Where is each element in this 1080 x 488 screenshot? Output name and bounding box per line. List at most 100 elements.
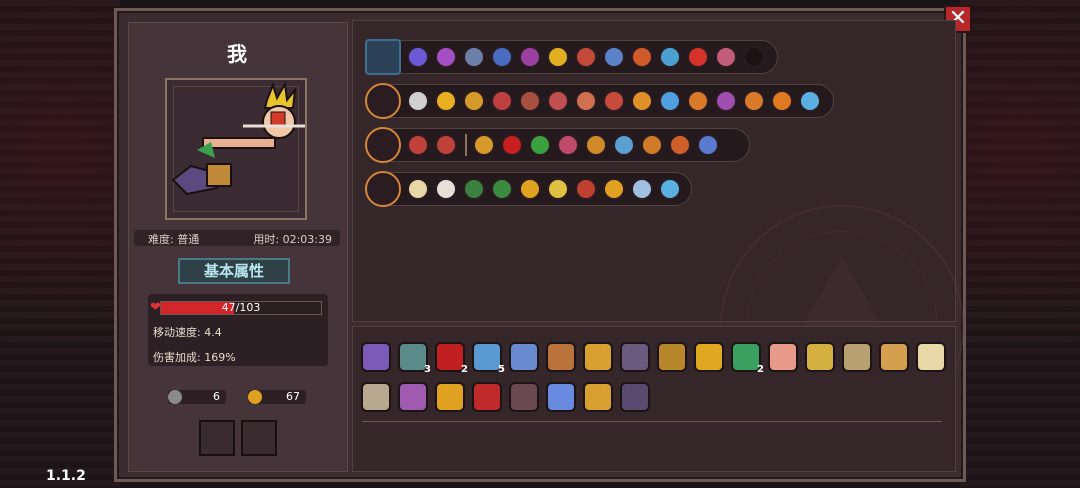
upgrade-icon[interactable] <box>463 46 485 68</box>
character-name: 我 <box>227 42 247 66</box>
coin-counter: 67 <box>248 390 306 404</box>
crystal-item-icon[interactable] <box>509 342 539 372</box>
witch-item-icon[interactable] <box>361 342 391 372</box>
gem-item-icon[interactable] <box>546 382 576 412</box>
hp-bar: 47/103 <box>160 301 322 315</box>
upgrade-icon[interactable] <box>659 178 681 200</box>
upgrade-icon[interactable] <box>435 178 457 200</box>
upgrade-icon[interactable] <box>603 90 625 112</box>
treasure-chest-icon[interactable] <box>365 39 401 75</box>
upgrade-icon[interactable] <box>547 90 569 112</box>
upgrade-icon[interactable] <box>603 46 625 68</box>
upgrade-icon[interactable] <box>743 90 765 112</box>
key-counter: 6 <box>168 390 226 404</box>
upgrade-icon[interactable] <box>547 178 569 200</box>
spear-icon[interactable] <box>365 83 401 119</box>
upgrade-icon[interactable] <box>641 134 663 156</box>
items-divider <box>362 421 942 422</box>
upgrade-icon[interactable] <box>669 134 691 156</box>
upgrade-icon[interactable] <box>529 134 551 156</box>
upgrade-icon[interactable] <box>603 178 625 200</box>
flame-item-icon[interactable] <box>694 342 724 372</box>
background-right <box>960 0 1080 488</box>
card-item-icon[interactable] <box>583 342 613 372</box>
upgrade-icon[interactable] <box>473 134 495 156</box>
feather-item-icon[interactable] <box>916 342 946 372</box>
weapon-row-2 <box>365 83 834 119</box>
upgrade-icon[interactable] <box>715 90 737 112</box>
blade-icon[interactable] <box>365 171 401 207</box>
upgrade-icon[interactable] <box>697 134 719 156</box>
weapon-row-3 <box>365 127 750 163</box>
upgrade-icon[interactable] <box>687 90 709 112</box>
upgrade-icon[interactable] <box>407 46 429 68</box>
version-label: 1.1.2 <box>46 468 86 484</box>
chest-item-icon[interactable] <box>657 342 687 372</box>
mask-item-icon[interactable] <box>768 342 798 372</box>
pet-item-icon[interactable] <box>509 382 539 412</box>
upgrade-icon[interactable] <box>463 90 485 112</box>
upgrade-icon[interactable] <box>407 134 429 156</box>
key-count: 6 <box>213 390 220 403</box>
upgrade-icon[interactable] <box>575 90 597 112</box>
hood-item-icon[interactable] <box>620 382 650 412</box>
upgrade-icon[interactable] <box>799 90 821 112</box>
upgrade-icon[interactable] <box>407 178 429 200</box>
wings-item-icon[interactable] <box>805 342 835 372</box>
upgrade-icon[interactable] <box>687 46 709 68</box>
gauntlet-item-icon[interactable] <box>435 382 465 412</box>
item-count: 2 <box>757 364 764 375</box>
move-speed-text: 移动速度: 4.4 <box>153 326 222 339</box>
upgrade-icon[interactable] <box>435 134 457 156</box>
boot-item-icon[interactable] <box>546 342 576 372</box>
character-portrait <box>165 78 307 220</box>
urn-item-icon[interactable] <box>879 342 909 372</box>
upgrade-icon[interactable] <box>491 90 513 112</box>
item-count: 2 <box>461 364 468 375</box>
upgrade-icon[interactable] <box>631 46 653 68</box>
upgrade-icon[interactable] <box>659 46 681 68</box>
bird-item-icon[interactable] <box>583 382 613 412</box>
equipment-slot-1[interactable] <box>199 420 235 456</box>
run-info-bar: 难度: 普通 用时: 02:03:39 <box>134 230 340 246</box>
difficulty-text: 难度: 普通 <box>148 233 200 246</box>
basic-attributes-button[interactable]: 基本属性 <box>178 258 290 284</box>
hp-text: 47/103 <box>221 301 261 314</box>
hero-sprite-icon <box>171 80 305 196</box>
item-count: 3 <box>424 364 431 375</box>
upgrade-icon[interactable] <box>659 90 681 112</box>
crimson-orb-icon[interactable] <box>365 127 401 163</box>
row-separator <box>465 134 467 156</box>
staff-item-icon[interactable] <box>398 382 428 412</box>
upgrade-icon[interactable] <box>547 46 569 68</box>
key-icon <box>168 390 182 404</box>
equipment-slot-2[interactable] <box>241 420 277 456</box>
upgrade-icon[interactable] <box>491 46 513 68</box>
upgrade-icon[interactable] <box>771 90 793 112</box>
upgrade-icon[interactable] <box>491 178 513 200</box>
upgrade-icon[interactable] <box>519 90 541 112</box>
upgrade-icon[interactable] <box>435 90 457 112</box>
upgrade-icon[interactable] <box>519 46 541 68</box>
upgrade-icon[interactable] <box>631 178 653 200</box>
upgrade-icon[interactable] <box>463 178 485 200</box>
upgrade-icon[interactable] <box>715 46 737 68</box>
grimoire-item-icon[interactable] <box>620 342 650 372</box>
upgrade-icon[interactable] <box>743 46 765 68</box>
coin-count: 67 <box>286 390 300 403</box>
upgrade-icon[interactable] <box>557 134 579 156</box>
upgrade-icon[interactable] <box>575 46 597 68</box>
wand-item-icon[interactable] <box>842 342 872 372</box>
upgrade-icon[interactable] <box>575 178 597 200</box>
upgrade-icon[interactable] <box>585 134 607 156</box>
upgrade-icon[interactable] <box>631 90 653 112</box>
armor-item-icon[interactable] <box>361 382 391 412</box>
upgrade-icon[interactable] <box>613 134 635 156</box>
upgrade-icon[interactable] <box>407 90 429 112</box>
eye-item-icon[interactable] <box>472 382 502 412</box>
upgrade-icon[interactable] <box>435 46 457 68</box>
upgrade-icon[interactable] <box>519 178 541 200</box>
background-left <box>0 0 120 488</box>
item-count: 5 <box>498 364 505 375</box>
upgrade-icon[interactable] <box>501 134 523 156</box>
